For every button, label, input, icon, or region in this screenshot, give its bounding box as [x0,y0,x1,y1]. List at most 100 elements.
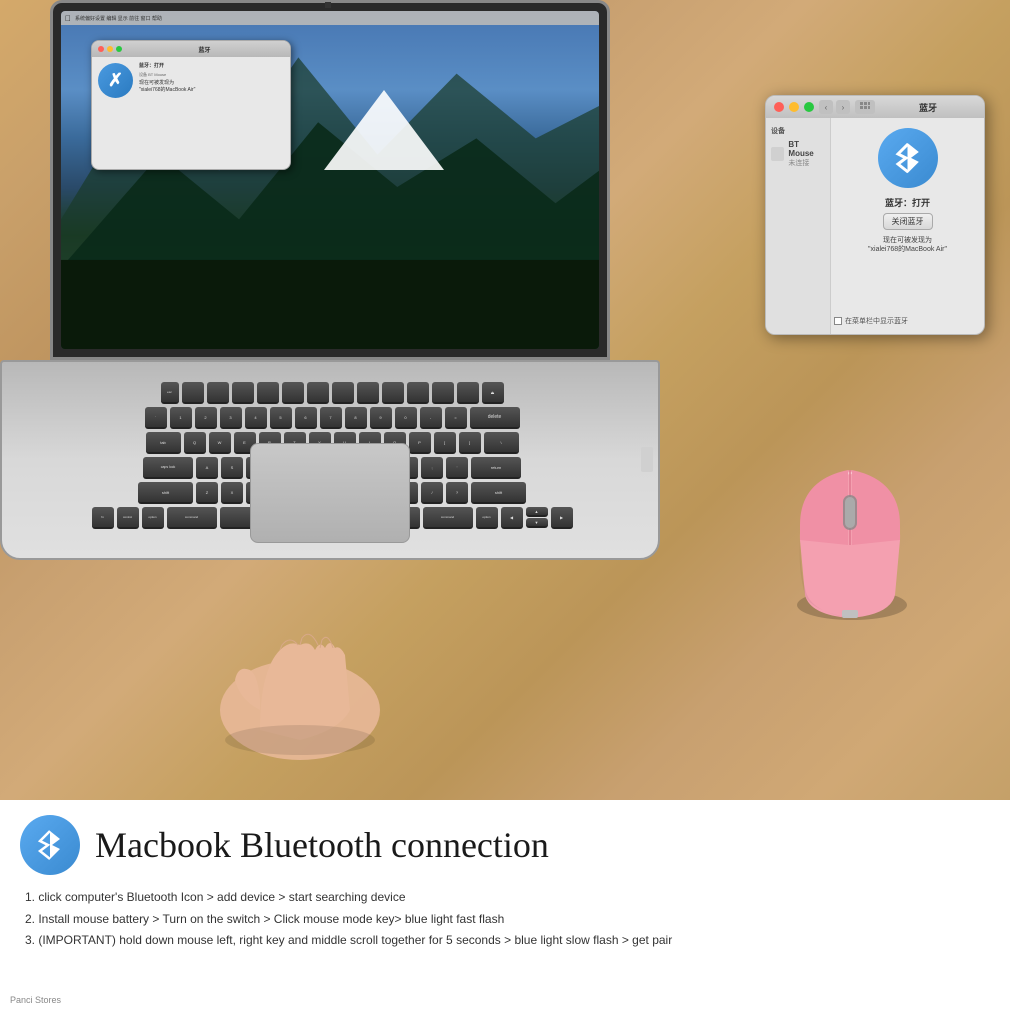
popup-main-content: 蓝牙：打开 关闭蓝牙 现在可被发现为 "xialei768的MacBook Ai… [831,118,984,334]
screen-content:  系统偏好设置 编辑 显示 前往 窗口 帮助 [61,11,599,349]
forward-button[interactable]: › [836,100,850,114]
key-fn: fn [92,507,114,529]
menu-bar-checkbox[interactable] [834,317,842,325]
popup-bt-status: 蓝牙：打开 [885,196,930,209]
menu-bar-checkbox-area: 在菜单栏中显示蓝牙 [834,316,908,326]
key-capslock: caps lock [143,457,193,479]
keyboard-row-nums: ` 1 2 3 4 5 6 7 8 9 0 - = delete [42,407,622,429]
screen-bt-dialog: 蓝牙 ✗ 蓝牙：打开 设备 BT Mouse 现在可被发现为 "xialei76… [91,40,291,170]
key-lbracket: [ [434,432,456,454]
laptop-screen:  系统偏好设置 编辑 显示 前往 窗口 帮助 [50,0,610,360]
popup-close-dot[interactable] [774,102,784,112]
key-x: X [221,482,243,504]
step-2: 2. Install mouse battery > Turn on the s… [25,909,990,931]
menu-bar-label: 在菜单栏中显示蓝牙 [845,316,908,326]
key-semicolon: ; [421,457,443,479]
usb-dongle [641,447,653,472]
key-f6 [307,382,329,404]
popup-nav-buttons: ‹ › [819,100,850,114]
popup-maximize-dot[interactable] [804,102,814,112]
key-updown: ▲ ▼ [526,507,548,529]
key-f10 [407,382,429,404]
info-section: Macbook Bluetooth connection 1. click co… [0,800,1010,1010]
wireless-mouse [770,440,930,640]
popup-sidebar: 设备 BT Mouse 未连接 [766,118,831,334]
bt-icon-popup [878,128,938,188]
key-f2 [207,382,229,404]
key-question: ? [446,482,468,504]
key-backspace: delete [470,407,520,429]
main-bt-symbol [33,828,67,862]
screen-bt-status: 蓝牙：打开 [139,63,195,70]
key-return: return [471,457,521,479]
device-name: BT Mouse 未连接 [788,140,825,168]
back-button[interactable]: ‹ [819,100,833,114]
dialog-body: ✗ 蓝牙：打开 设备 BT Mouse 现在可被发现为 "xialei768的M… [92,57,290,104]
apps-grid-button[interactable] [855,100,875,114]
key-1: 1 [170,407,192,429]
popup-window-title: 蓝牙 [880,101,976,114]
close-dot [98,46,104,52]
key-control: control [117,507,139,529]
camera [325,2,331,8]
macos-menubar:  系统偏好设置 编辑 显示 前往 窗口 帮助 [61,11,599,25]
key-f7 [332,382,354,404]
desktop-wallpaper: 蓝牙 ✗ 蓝牙：打开 设备 BT Mouse 现在可被发现为 "xialei76… [61,25,599,349]
keyboard-row-fn: esc ⏏ [42,382,622,404]
key-f1 [182,382,204,404]
key-up: ▲ [526,507,548,517]
info-steps: 1. click computer's Bluetooth Icon > add… [20,887,990,952]
key-f11 [432,382,454,404]
device-row-btmouse: BT Mouse 未连接 [771,140,825,168]
key-rshift: shift [471,482,526,504]
dialog-text: 蓝牙：打开 设备 BT Mouse 现在可被发现为 "xialei768的Mac… [139,63,195,98]
popup-body: 设备 BT Mouse 未连接 蓝牙：打开 关闭蓝牙 [766,118,984,334]
key-equals: = [445,407,467,429]
key-p: P [409,432,431,454]
key-rcommand: command [423,507,473,529]
trackpad[interactable] [250,443,410,543]
key-s: S [221,457,243,479]
key-esc: esc [161,382,179,404]
device-status: 未连接 [788,158,825,168]
key-f9 [382,382,404,404]
minimize-dot [107,46,113,52]
screen-bt-device: 设备 BT Mouse [139,72,195,78]
key-left: ◀ [501,507,523,529]
bt-icon-screen: ✗ [98,63,133,98]
toggle-bt-button[interactable]: 关闭蓝牙 [883,213,933,230]
key-q: Q [184,432,206,454]
grid-icon [860,102,870,112]
key-f8 [357,382,379,404]
popup-minimize-dot[interactable] [789,102,799,112]
key-down: ▼ [526,518,548,528]
hand-svg [200,580,420,760]
key-7: 7 [320,407,342,429]
key-tab: tab [146,432,181,454]
key-backslash: \ [484,432,519,454]
bluetooth-symbol [890,140,926,176]
key-f12 [457,382,479,404]
laptop-area:  系统偏好设置 编辑 显示 前往 窗口 帮助 [0,0,700,800]
laptop-keyboard-base: esc ⏏ ` 1 2 3 4 [0,360,660,560]
device-icon [771,147,784,161]
screen-device-name: "xialei768的MacBook Air" [139,87,195,94]
bt-popup-window: ‹ › 蓝牙 设备 BT Mouse 未连接 [765,95,985,335]
key-3: 3 [220,407,242,429]
key-z: Z [196,482,218,504]
maximize-dot [116,46,122,52]
screen-dialog-title: 蓝牙 [125,45,284,54]
mouse-svg [770,440,930,640]
key-0: 0 [395,407,417,429]
hand-overlay [200,580,420,760]
key-lshift: shift [138,482,193,504]
key-a: A [196,457,218,479]
store-label: Panci Stores [10,995,61,1005]
apple-menu:  [65,14,71,23]
key-backtick: ` [145,407,167,429]
zoom-arrow [324,90,444,170]
menu-items: 系统偏好设置 编辑 显示 前往 窗口 帮助 [75,15,162,22]
key-quote: ' [446,457,468,479]
bt-icon-main [20,815,80,875]
key-8: 8 [345,407,367,429]
